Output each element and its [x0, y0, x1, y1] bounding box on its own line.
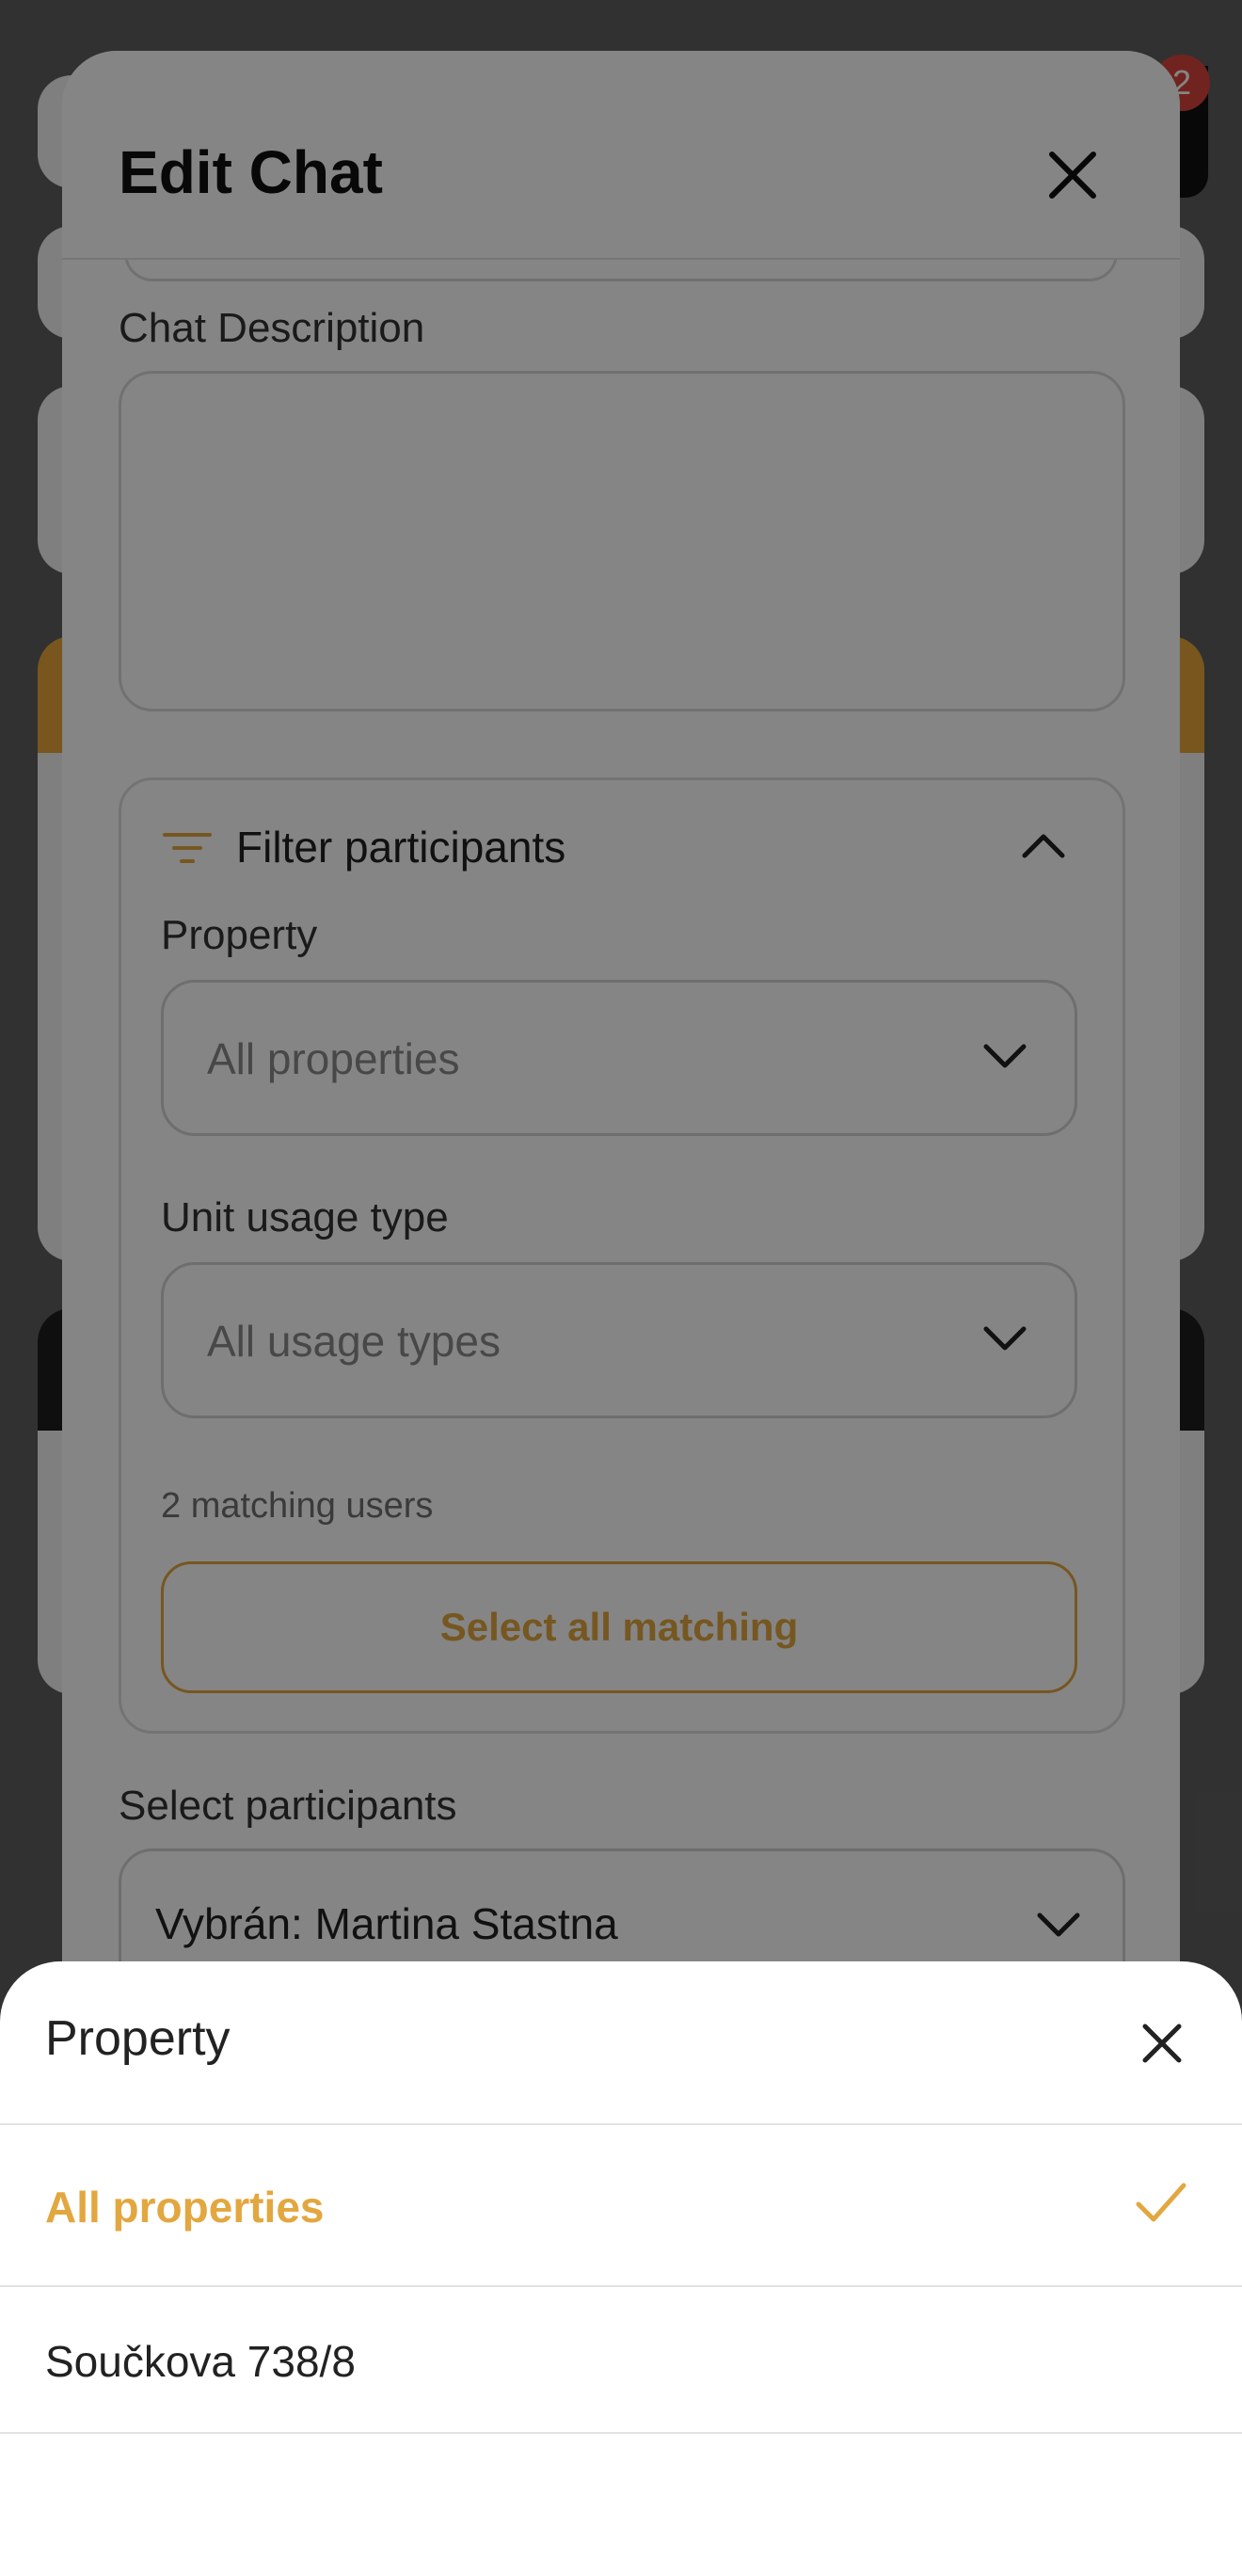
sheet-title: Property — [45, 2011, 231, 2066]
sheet-option-property[interactable]: Součkova 738/8 — [0, 2287, 1242, 2432]
checkmark-icon — [1135, 2180, 1187, 2230]
divider — [0, 2432, 1242, 2434]
option-label: All properties — [45, 2183, 325, 2232]
property-bottom-sheet: Property All properties Součkova 738/8 — [0, 1961, 1242, 2576]
option-label: Součkova 738/8 — [45, 2337, 356, 2386]
close-icon[interactable] — [1140, 2022, 1184, 2070]
sheet-option-all-properties[interactable]: All properties — [0, 2125, 1242, 2285]
